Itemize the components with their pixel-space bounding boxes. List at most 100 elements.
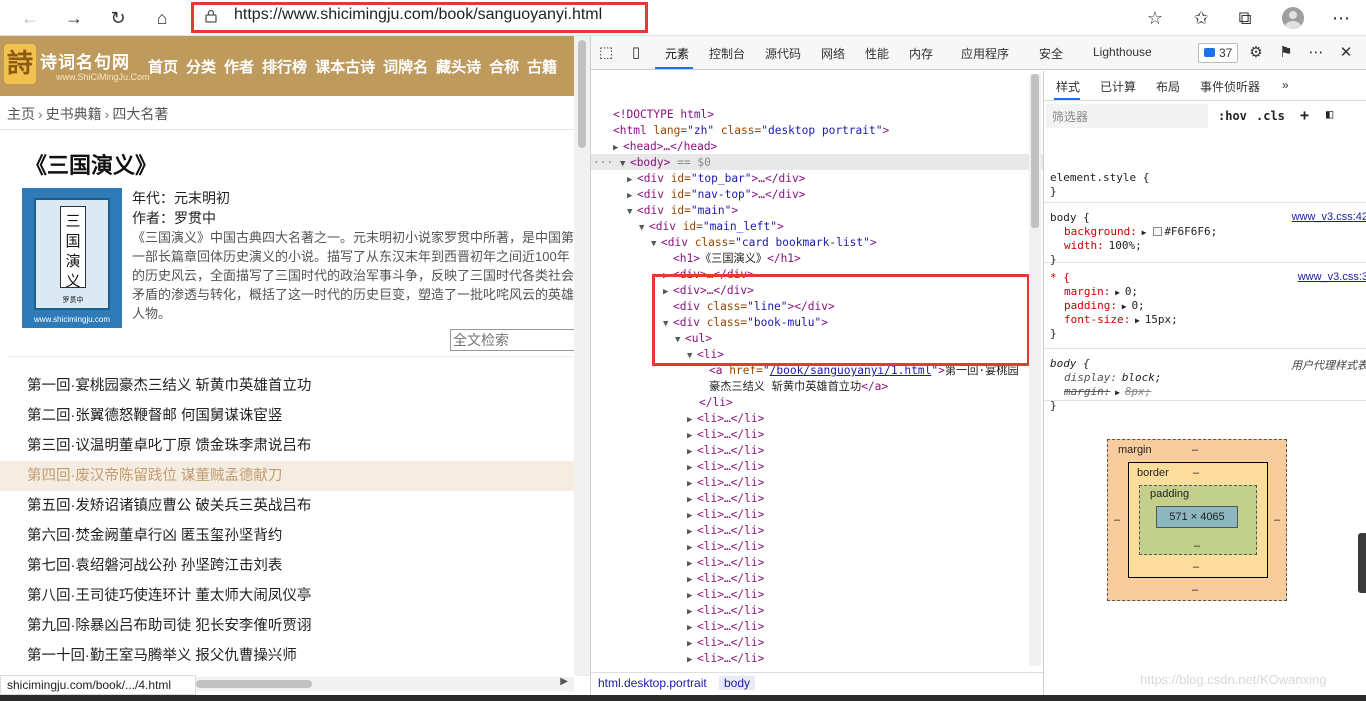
styles-tab[interactable]: »: [1282, 78, 1289, 92]
more-icon[interactable]: ⋯: [1326, 4, 1356, 32]
issues-badge[interactable]: 37: [1198, 43, 1238, 63]
nav-item[interactable]: 古籍: [527, 56, 557, 77]
feedback-icon[interactable]: ⚑: [1277, 44, 1295, 62]
refresh-icon[interactable]: ↻: [104, 4, 132, 32]
dom-li-close[interactable]: </li>: [699, 395, 733, 411]
devtools-tab[interactable]: 安全: [1039, 45, 1063, 62]
devtools-tab[interactable]: 内存: [909, 45, 933, 62]
css-selector[interactable]: element.style {: [1050, 171, 1149, 185]
devtools-tab[interactable]: 源代码: [765, 45, 801, 62]
devtools-tab[interactable]: 元素: [665, 45, 689, 62]
dom-head[interactable]: ▶ <head>…</head>: [613, 139, 717, 155]
css-declaration[interactable]: display: block;: [1064, 371, 1162, 385]
nav-item[interactable]: 词牌名: [383, 56, 428, 77]
dom-li-collapsed[interactable]: ▶ <li>…</li>: [687, 523, 764, 539]
more-icon[interactable]: ⋯: [1307, 44, 1325, 62]
dom-li-collapsed[interactable]: ▶ <li>…</li>: [687, 555, 764, 571]
devtools-tab[interactable]: Lighthouse: [1093, 45, 1152, 59]
chapter-link[interactable]: 第七回·袁绍磐河战公孙 孙坚跨江击刘表: [0, 551, 574, 581]
crumb-body[interactable]: body: [719, 676, 756, 690]
dom-li-collapsed[interactable]: ▶ <li>…</li>: [687, 635, 764, 651]
dom-h1[interactable]: <h1>《三国演义》</h1>: [673, 251, 801, 267]
css-selector[interactable]: * {: [1050, 271, 1070, 285]
dom-li-collapsed[interactable]: ▶ <li>…</li>: [687, 475, 764, 491]
nav-item[interactable]: 排行榜: [262, 56, 307, 77]
breadcrumb-current[interactable]: 四大名著: [112, 106, 168, 122]
dom-li-collapsed[interactable]: ▶ <li>…</li>: [687, 507, 764, 523]
nav-item[interactable]: 课本古诗: [315, 56, 375, 77]
chapter-link[interactable]: 第八回·王司徒巧使连环计 董太师大闹凤仪亭: [0, 581, 574, 611]
css-source-link[interactable]: www_v3.css:3: [1298, 271, 1366, 283]
css-declaration[interactable]: font-size: ▶ 15px;: [1064, 313, 1178, 327]
dom-li-collapsed[interactable]: ▶ <li>…</li>: [687, 491, 764, 507]
settings-gear-icon[interactable]: ⚙: [1247, 44, 1265, 62]
chapter-link[interactable]: 第一回·宴桃园豪杰三结义 斩黄巾英雄首立功: [0, 371, 574, 401]
dom-li-collapsed[interactable]: ▶ <li>…</li>: [687, 539, 764, 555]
device-toolbar-icon[interactable]: ▯: [627, 44, 645, 62]
dom-anchor-text[interactable]: 豪杰三结义 斩黄巾英雄首立功</a>: [709, 379, 888, 395]
dom-li-collapsed[interactable]: ▶ <li>…</li>: [687, 619, 764, 635]
css-selector[interactable]: body {: [1050, 211, 1090, 225]
styles-tab[interactable]: 样式: [1056, 78, 1080, 95]
back-icon[interactable]: ←: [16, 4, 44, 32]
elements-scrollbar[interactable]: [1029, 74, 1041, 666]
dom-li-collapsed[interactable]: ▶ <li>…</li>: [687, 571, 764, 587]
fulltext-search-input[interactable]: [450, 329, 574, 351]
dom-html[interactable]: <html lang="zh" class="desktop portrait"…: [613, 123, 889, 139]
dom-li-collapsed[interactable]: ▶ <li>…</li>: [687, 411, 764, 427]
favorites-icon[interactable]: ✩: [1186, 4, 1216, 32]
crumb-html[interactable]: html.desktop.portrait: [593, 676, 712, 690]
breadcrumb-home[interactable]: 主页: [7, 106, 35, 122]
styles-tab[interactable]: 事件侦听器: [1200, 78, 1260, 95]
add-favorite-icon[interactable]: ☆: [1140, 4, 1170, 32]
css-declaration[interactable]: padding: ▶ 0;: [1064, 299, 1145, 313]
dom-main[interactable]: ▼ <div id="main">: [627, 203, 738, 219]
css-declaration[interactable]: background: ▶ #F6F6F6;: [1064, 225, 1217, 239]
toggle-sidebar-icon[interactable]: ◧: [1326, 107, 1333, 121]
color-swatch-icon[interactable]: [1153, 227, 1163, 236]
dom-li-collapsed[interactable]: ▶ <li>…</li>: [687, 443, 764, 459]
styles-tab[interactable]: 布局: [1156, 78, 1180, 95]
css-source-link[interactable]: www_v3.css:42: [1292, 211, 1366, 223]
styles-filter-input[interactable]: 筛选器: [1046, 104, 1208, 128]
dom-li-collapsed[interactable]: ▶ <li>…</li>: [687, 427, 764, 443]
forward-icon[interactable]: →: [60, 4, 88, 32]
css-declaration[interactable]: width: 100%;: [1064, 239, 1142, 253]
dom-nav-top[interactable]: ▶ <div id="nav-top">…</div>: [627, 187, 805, 203]
chapter-link[interactable]: 第五回·发矫诏诸镇应曹公 破关兵三英战吕布: [0, 491, 574, 521]
nav-item[interactable]: 合称: [489, 56, 519, 77]
devtools-tab[interactable]: 应用程序: [961, 45, 1009, 62]
hov-toggle[interactable]: :hov: [1218, 109, 1247, 123]
collections-icon[interactable]: ⧉: [1230, 4, 1260, 32]
dom-doctype[interactable]: <!DOCTYPE html>: [613, 107, 714, 123]
devtools-tab[interactable]: 控制台: [709, 45, 745, 62]
css-selector[interactable]: body {: [1050, 357, 1090, 371]
chapter-link[interactable]: 第一十回·勤王室马腾举义 报父仇曹操兴师: [0, 641, 574, 671]
chapter-link[interactable]: 第六回·焚金阙董卓行凶 匿玉玺孙坚背约: [0, 521, 574, 551]
dom-li-collapsed[interactable]: ▶ <li>…</li>: [687, 651, 764, 667]
devtools-tab[interactable]: 网络: [821, 45, 845, 62]
dom-li-collapsed[interactable]: ▶ <li>…</li>: [687, 587, 764, 603]
chapter-link[interactable]: 第四回·废汉帝陈留践位 谋董贼孟德献刀: [0, 461, 574, 491]
chapter-link[interactable]: 第三回·议温明董卓叱丁原 馈金珠李肃说吕布: [0, 431, 574, 461]
nav-item[interactable]: 首页: [148, 56, 178, 77]
book-author[interactable]: 作者：罗贯中: [132, 208, 216, 228]
styles-tab[interactable]: 已计算: [1100, 78, 1136, 95]
page-scrollbar[interactable]: [574, 36, 590, 676]
home-icon[interactable]: ⌂: [148, 4, 176, 32]
devtools-tab[interactable]: 性能: [865, 45, 889, 62]
css-declaration[interactable]: margin: ▶ 0;: [1064, 285, 1138, 299]
new-rule-icon[interactable]: +: [1300, 106, 1309, 124]
close-icon[interactable]: ✕: [1337, 44, 1355, 62]
scroll-right-icon[interactable]: ▶: [560, 676, 568, 687]
cls-toggle[interactable]: .cls: [1256, 109, 1285, 123]
dom-top-bar[interactable]: ▶ <div id="top_bar">…</div>: [627, 171, 805, 187]
page-hscrollbar[interactable]: ▶: [196, 676, 574, 691]
chapter-link[interactable]: 第九回·除暴凶吕布助司徒 犯长安李傕听贾诩: [0, 611, 574, 641]
nav-item[interactable]: 作者: [224, 56, 254, 77]
nav-item[interactable]: 藏头诗: [436, 56, 481, 77]
dom-card[interactable]: ▼ <div class="card bookmark-list">: [651, 235, 877, 251]
dom-body[interactable]: ··· ▼ <body> == $0: [593, 155, 711, 171]
dom-li-collapsed[interactable]: ▶ <li>…</li>: [687, 459, 764, 475]
dom-main-left[interactable]: ▼ <div id="main_left">: [639, 219, 784, 235]
